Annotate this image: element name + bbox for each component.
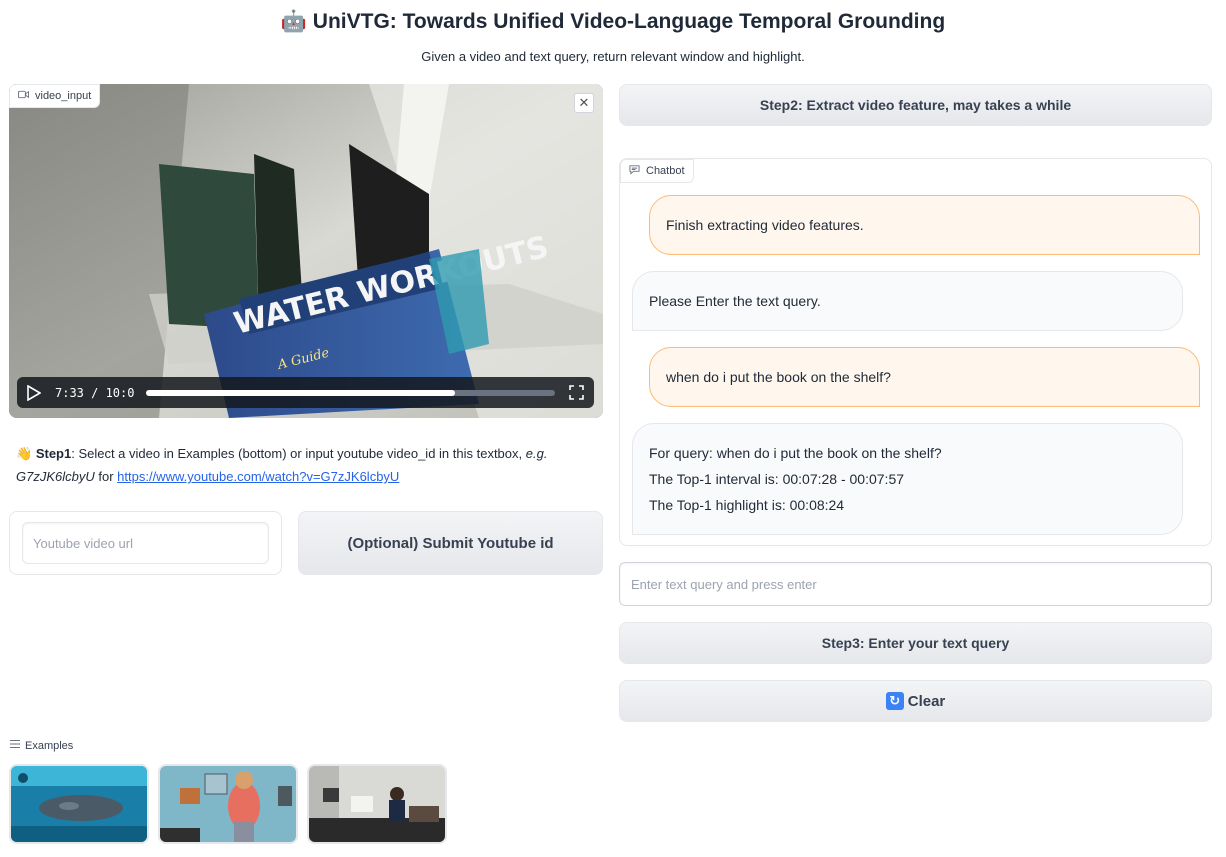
- video-controls: 7:33 / 10:0: [17, 377, 594, 408]
- close-icon: ✕: [578, 95, 590, 110]
- step1-for: for: [94, 469, 118, 484]
- example-video-kitchen[interactable]: [307, 764, 447, 844]
- text-query-input[interactable]: [619, 562, 1212, 606]
- chat-message-line: Finish extracting video features.: [666, 217, 864, 233]
- chat-icon: [629, 164, 640, 178]
- clear-button[interactable]: ↻ Clear: [619, 680, 1212, 722]
- chatbot-panel: Chatbot Finish extracting video features…: [619, 158, 1212, 546]
- youtube-example-link[interactable]: https://www.youtube.com/watch?v=G7zJK6lc…: [117, 469, 399, 484]
- refresh-icon: ↻: [885, 692, 904, 710]
- page-subtitle: Given a video and text query, return rel…: [421, 49, 805, 64]
- video-time: 7:33 / 10:0: [55, 385, 135, 400]
- video-player[interactable]: WATER WORKOUTS A Guide video_input ✕ 7:3…: [9, 84, 603, 418]
- chat-message-line: when do i put the book on the shelf?: [666, 369, 891, 385]
- chat-message-user: Finish extracting video features.: [649, 195, 1200, 255]
- page-title: 🤖 UniVTG: Towards Unified Video-Language…: [280, 10, 946, 33]
- example-video-whale-shark[interactable]: [9, 764, 149, 844]
- wave-emoji: 👋: [16, 446, 33, 461]
- video-frame: WATER WORKOUTS A Guide: [9, 84, 603, 418]
- youtube-url-box: [9, 511, 282, 575]
- chat-message-line: For query: when do i put the book on the…: [649, 445, 942, 461]
- chat-message-bot: Please Enter the text query.: [632, 271, 1183, 331]
- chat-message-line: Please Enter the text query.: [649, 293, 821, 309]
- list-icon: [10, 739, 20, 752]
- youtube-url-input[interactable]: [22, 522, 269, 564]
- chat-message-line: The Top-1 highlight is: 00:08:24: [649, 497, 845, 513]
- chatbot-label-text: Chatbot: [646, 165, 685, 177]
- video-progress-bar[interactable]: [146, 389, 555, 396]
- step1-instructions: 👋 Step1: Select a video in Examples (bot…: [16, 442, 596, 488]
- chat-message-user: when do i put the book on the shelf?: [649, 347, 1200, 407]
- step1-id-example: G7zJK6lcbyU: [16, 469, 95, 484]
- chatbot-label: Chatbot: [620, 159, 694, 183]
- chat-message-line: The Top-1 interval is: 00:07:28 - 00:07:…: [649, 471, 905, 487]
- clear-video-button[interactable]: ✕: [574, 93, 594, 113]
- step3-query-button[interactable]: Step3: Enter your text query: [619, 622, 1212, 664]
- step1-bold: Step1: [35, 446, 72, 461]
- video-input-label: video_input: [9, 84, 101, 108]
- chat-message-bot: For query: when do i put the book on the…: [632, 423, 1183, 535]
- fullscreen-icon[interactable]: [569, 385, 584, 400]
- step1-text: : Select a video in Examples (bottom) or…: [71, 446, 526, 461]
- video-camera-icon: [18, 89, 29, 103]
- clear-button-label: Clear: [907, 692, 946, 710]
- video-progress-fill: [146, 389, 455, 396]
- examples-label-text: Examples: [25, 739, 74, 752]
- play-icon[interactable]: [27, 384, 41, 401]
- submit-youtube-button[interactable]: (Optional) Submit Youtube id: [298, 511, 603, 575]
- example-video-person-room[interactable]: [158, 764, 298, 844]
- step1-eg: e.g.: [525, 446, 548, 461]
- video-input-label-text: video_input: [35, 90, 92, 102]
- step2-extract-button[interactable]: Step2: Extract video feature, may takes …: [619, 84, 1212, 126]
- examples-label: Examples: [10, 739, 73, 752]
